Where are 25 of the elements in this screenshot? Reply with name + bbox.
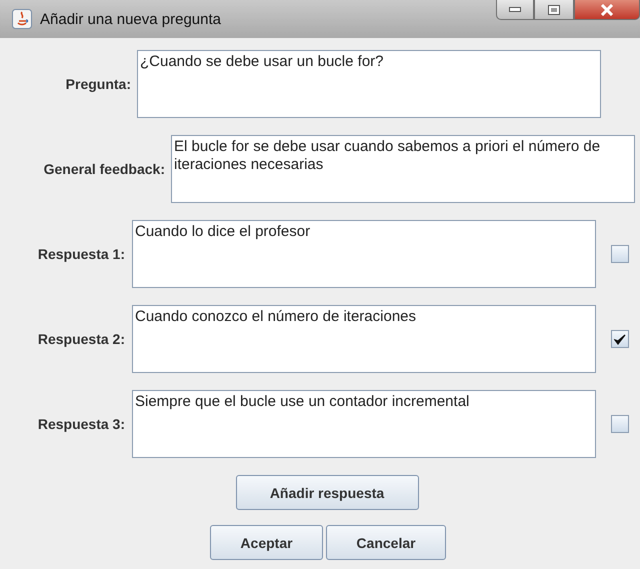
accept-button[interactable]: Aceptar	[210, 525, 323, 560]
java-icon	[12, 9, 32, 29]
text-area[interactable]: Cuando lo dice el profesor	[132, 220, 596, 288]
checkbox[interactable]	[611, 415, 629, 433]
field-label: Respuesta 2:	[36, 331, 125, 347]
checkbox[interactable]	[611, 330, 629, 348]
field-label: Respuesta 3:	[36, 416, 125, 432]
maximize-button[interactable]	[534, 0, 574, 20]
add-answer-button[interactable]: Añadir respuesta	[236, 475, 418, 510]
text-area[interactable]: Siempre que el bucle use un contador incremental	[132, 390, 596, 458]
text-area[interactable]: ¿Cuando se debe usar un bucle for?	[137, 50, 601, 118]
field-label: General feedback:	[42, 161, 165, 177]
text-area[interactable]: Cuando conozco el número de iteraciones	[132, 305, 596, 373]
check-icon	[614, 334, 626, 344]
minimize-icon	[509, 6, 521, 12]
window-title: Añadir una nueva pregunta	[40, 10, 221, 28]
cancel-button[interactable]: Cancelar	[326, 525, 446, 560]
close-button[interactable]	[574, 0, 640, 20]
maximize-icon	[548, 4, 560, 14]
field-label: Respuesta 1:	[36, 246, 125, 262]
close-icon	[600, 4, 614, 16]
checkbox[interactable]	[611, 245, 629, 263]
minimize-button[interactable]	[496, 0, 534, 20]
text-area[interactable]: El bucle for se debe usar cuando sabemos a priori el número de iteraciones necesarias	[171, 135, 635, 203]
field-label: Pregunta:	[64, 76, 131, 92]
